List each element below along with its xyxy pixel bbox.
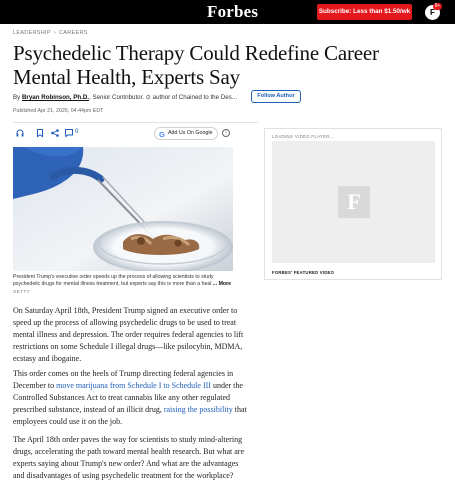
caption-text: President Trump's executive order speeds… — [13, 274, 214, 287]
breadcrumb-careers[interactable]: CAREERS — [59, 30, 88, 36]
headphones-icon[interactable] — [15, 128, 25, 138]
add-us-on-google-button[interactable]: G Add Us On Google — [154, 127, 218, 140]
article-hero-image — [13, 147, 233, 271]
subscribe-button[interactable]: Subscribe: Less than $1.50/wk — [317, 4, 412, 20]
link-raising-possibility[interactable]: raising the possibility — [164, 405, 233, 414]
featured-video-label: FORBES' FEATURED VIDEO — [272, 270, 335, 275]
forbes-logo[interactable]: Forbes — [207, 2, 258, 22]
image-caption: President Trump's executive order speeds… — [13, 274, 233, 288]
caption-more-link[interactable]: ... More — [213, 281, 231, 287]
comment-icon[interactable] — [64, 128, 74, 138]
google-logo-icon: G — [159, 130, 165, 139]
paragraph-2: This order comes on the heels of Trump d… — [13, 368, 248, 428]
google-button-label: Add Us On Google — [168, 130, 213, 136]
bookmark-icon[interactable] — [35, 128, 45, 138]
paragraph-1: On Saturday April 18th, President Trump … — [13, 306, 244, 363]
author-role: , Senior Contributor. ⊙ author of Chaine… — [89, 94, 237, 101]
article-title: Psychedelic Therapy Could Redefine Caree… — [13, 41, 379, 89]
link-schedule-change[interactable]: move marijuana from Schedule I to Schedu… — [56, 381, 211, 390]
forbes-f-logo-icon: F — [338, 186, 370, 218]
info-icon[interactable]: i — [222, 129, 230, 137]
paragraph-3: The April 18th order paves the way for s… — [13, 435, 245, 480]
top-nav-bar: Forbes Subscribe: Less than $1.50/wk F 9… — [0, 0, 455, 24]
chevron-right-icon: › — [53, 30, 56, 36]
byline: By Bryan Robinson, Ph.D., Senior Contrib… — [13, 94, 237, 101]
publish-date: Published Apr 21, 2026, 04:44pm EDT — [13, 108, 104, 114]
petri-dish-photo — [13, 147, 233, 271]
breadcrumb: LEADERSHIP › CAREERS — [13, 30, 88, 36]
photo-credit: GETTY — [13, 289, 31, 294]
share-icon[interactable] — [50, 128, 60, 138]
follow-author-button[interactable]: Follow Author — [251, 90, 301, 103]
comment-count[interactable]: 0 — [75, 129, 78, 135]
author-link[interactable]: Bryan Robinson, Ph.D. — [22, 94, 89, 101]
video-loading-label: LOADING VIDEO PLAYER... — [272, 134, 335, 139]
byline-prefix: By — [13, 94, 21, 101]
breadcrumb-leadership[interactable]: LEADERSHIP — [13, 30, 51, 36]
divider — [13, 122, 258, 123]
notification-badge: 9+ — [433, 3, 442, 10]
